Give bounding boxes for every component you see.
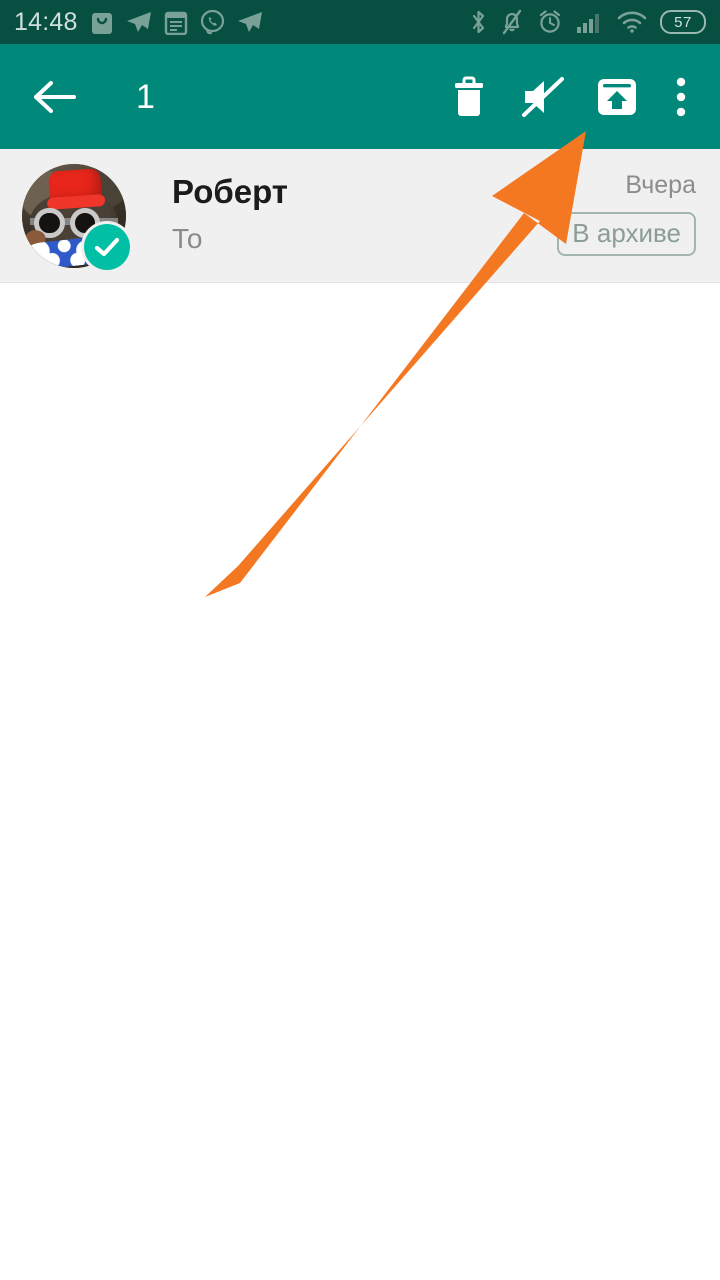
unarchive-icon — [598, 78, 636, 115]
avatar-wrapper[interactable] — [22, 163, 130, 270]
avatar-photo-red-fez — [48, 167, 103, 203]
battery-level-label: 57 — [674, 13, 692, 31]
selection-check-badge — [84, 223, 130, 270]
wifi-icon — [617, 10, 647, 34]
chat-item-preview: То — [172, 224, 203, 255]
alarm-clock-icon — [537, 9, 563, 35]
telegram-plane-icon-2 — [237, 10, 263, 34]
archived-status-badge: В архиве — [557, 212, 696, 256]
check-icon — [94, 237, 120, 256]
overflow-menu-button[interactable] — [654, 60, 708, 134]
status-bar-clock: 14:48 — [14, 7, 78, 36]
trash-icon — [455, 76, 483, 116]
unarchive-button[interactable] — [580, 60, 654, 134]
delete-button[interactable] — [432, 60, 506, 134]
back-arrow-icon — [34, 80, 76, 113]
selected-count-label: 1 — [136, 77, 155, 116]
back-button[interactable] — [26, 69, 82, 125]
chat-list: Роберт То Вчера В архиве — [0, 149, 720, 1280]
telegram-plane-icon — [126, 10, 152, 34]
action-bar: 1 — [0, 44, 720, 149]
cellular-signal-icon — [576, 10, 604, 34]
viber-phone-icon — [200, 9, 225, 35]
chat-list-item[interactable]: Роберт То Вчера В архиве — [0, 149, 720, 283]
battery-icon: 57 — [660, 10, 706, 34]
status-bar: 14:48 57 — [0, 0, 720, 44]
status-bar-right-group: 57 — [470, 9, 706, 35]
status-bar-left-group: 14:48 — [14, 9, 263, 35]
calendar-notes-icon — [164, 9, 188, 35]
notifications-muted-bell-icon — [500, 9, 524, 35]
shopping-bag-icon — [90, 9, 114, 35]
mute-button[interactable] — [506, 60, 580, 134]
mute-speaker-icon — [522, 76, 564, 117]
overflow-dots-icon — [676, 77, 686, 116]
chat-item-text-block: Роберт То — [126, 174, 557, 257]
bluetooth-icon — [470, 9, 487, 35]
chat-item-timestamp: Вчера — [625, 171, 696, 199]
chat-item-name: Роберт — [172, 173, 288, 210]
chat-item-meta-block: Вчера В архиве — [557, 173, 696, 258]
